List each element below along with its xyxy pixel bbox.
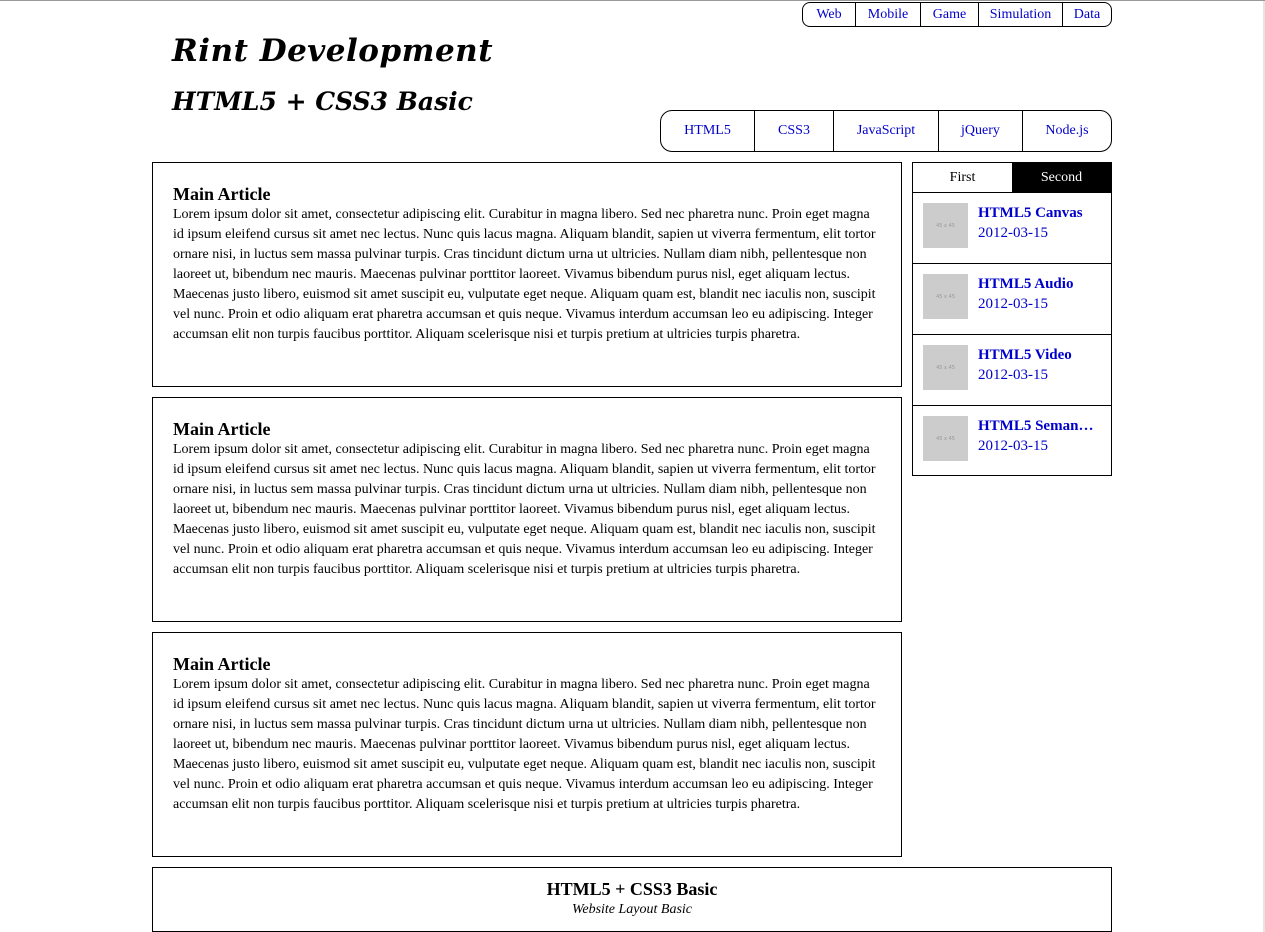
- footer-subtitle: Website Layout Basic: [571, 902, 693, 917]
- sidebar-tabs: First Second: [913, 163, 1111, 193]
- list-item[interactable]: 45 x 45 HTML5 Audio 2012-03-15: [913, 264, 1111, 335]
- item-title-link[interactable]: HTML5 Canvas: [978, 203, 1098, 223]
- top-nav-simulation[interactable]: Simulation: [978, 3, 1062, 26]
- sidebar: First Second 45 x 45 HTML5 Canvas 2012-0…: [912, 162, 1112, 476]
- tab-second[interactable]: Second: [1012, 163, 1111, 192]
- top-nav-web[interactable]: Web: [803, 3, 855, 26]
- main-nav-javascript[interactable]: JavaScript: [833, 111, 938, 151]
- top-nav: Web Mobile Game Simulation Data: [802, 2, 1112, 27]
- article-body: Lorem ipsum dolor sit amet, consectetur …: [173, 442, 876, 577]
- tab-first[interactable]: First: [913, 163, 1012, 192]
- main-nav-nodejs[interactable]: Node.js: [1022, 111, 1111, 151]
- article-body: Lorem ipsum dolor sit amet, consectetur …: [173, 677, 876, 812]
- thumbnail-image: 45 x 45: [923, 274, 968, 319]
- main-article-3: Main Article Lorem ipsum dolor sit amet,…: [152, 632, 902, 857]
- thumbnail-image: 45 x 45: [923, 416, 968, 461]
- item-title-link[interactable]: HTML5 Semantic Web: [978, 416, 1098, 436]
- article-title: Main Article: [173, 419, 271, 439]
- top-nav-game[interactable]: Game: [920, 3, 978, 26]
- item-title-link[interactable]: HTML5 Audio: [978, 274, 1098, 294]
- main-nav-html5[interactable]: HTML5: [661, 111, 754, 151]
- article-body: Lorem ipsum dolor sit amet, consectetur …: [173, 207, 876, 342]
- main-nav-jquery[interactable]: jQuery: [938, 111, 1022, 151]
- item-date: 2012-03-15: [978, 367, 1048, 383]
- item-date: 2012-03-15: [978, 296, 1048, 312]
- main-article-1: Main Article Lorem ipsum dolor sit amet,…: [152, 162, 902, 387]
- main-nav-css3[interactable]: CSS3: [754, 111, 833, 151]
- main-nav: HTML5 CSS3 JavaScript jQuery Node.js: [660, 110, 1112, 152]
- list-item[interactable]: 45 x 45 HTML5 Video 2012-03-15: [913, 335, 1111, 406]
- main-article-2: Main Article Lorem ipsum dolor sit amet,…: [152, 397, 902, 622]
- list-item[interactable]: 45 x 45 HTML5 Canvas 2012-03-15: [913, 193, 1111, 264]
- thumbnail-image: 45 x 45: [923, 203, 968, 248]
- page-footer: HTML5 + CSS3 Basic Website Layout Basic: [152, 867, 1112, 932]
- article-title: Main Article: [173, 184, 271, 204]
- footer-title: HTML5 + CSS3 Basic: [546, 879, 718, 899]
- article-title: Main Article: [173, 654, 271, 674]
- item-date: 2012-03-15: [978, 438, 1048, 454]
- item-title-link[interactable]: HTML5 Video: [978, 345, 1098, 365]
- top-nav-mobile[interactable]: Mobile: [855, 3, 920, 26]
- top-nav-data[interactable]: Data: [1062, 3, 1111, 26]
- site-subtitle: HTML5 + CSS3 Basic: [172, 87, 473, 116]
- site-brand: Rint Development: [172, 33, 494, 69]
- item-date: 2012-03-15: [978, 225, 1048, 241]
- thumbnail-image: 45 x 45: [923, 345, 968, 390]
- list-item[interactable]: 45 x 45 HTML5 Semantic Web 2012-03-15: [913, 406, 1111, 476]
